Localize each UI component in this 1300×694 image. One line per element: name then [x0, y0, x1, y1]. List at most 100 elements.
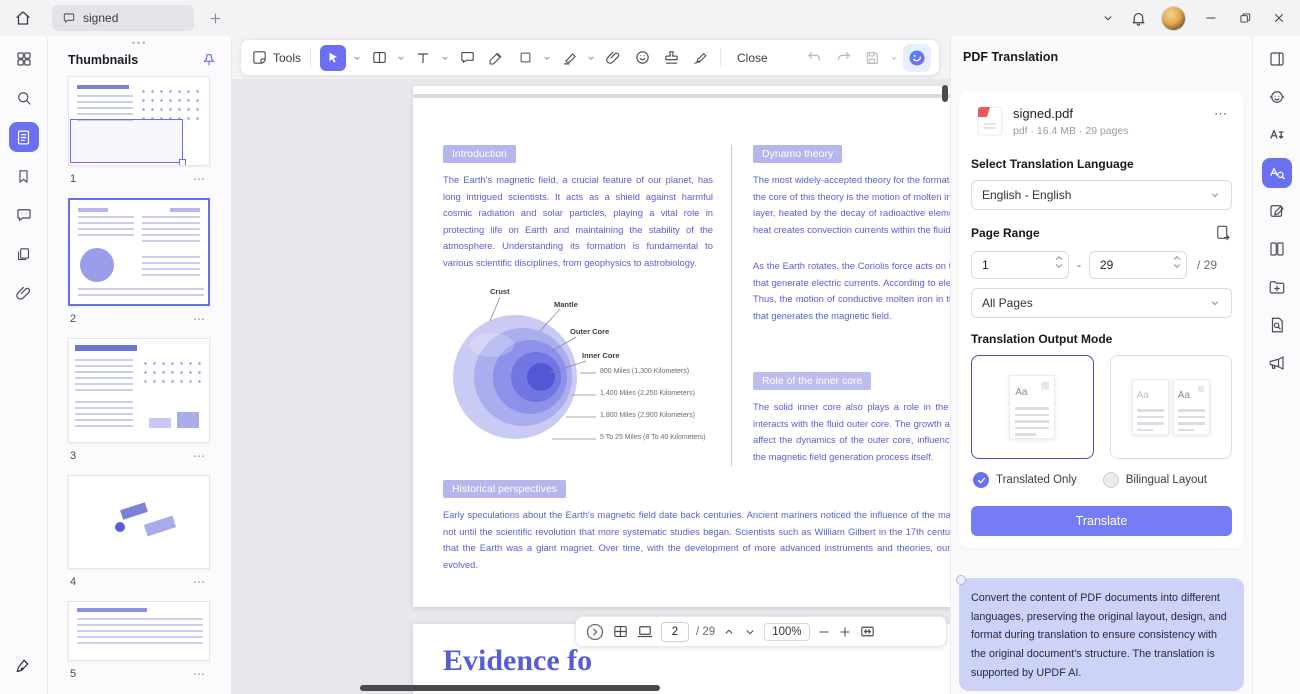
thumbnail-more-button[interactable]: ⋯: [193, 449, 206, 463]
range-to-stepper[interactable]: [1089, 251, 1187, 279]
save-dropdown[interactable]: [888, 53, 900, 63]
close-window-button[interactable]: [1262, 2, 1296, 34]
zoom-in-button[interactable]: [838, 625, 852, 639]
thumbnail-item-2[interactable]: 2 ⋯: [68, 198, 210, 332]
rail-item-text-recognition[interactable]: [1262, 120, 1292, 150]
sidebar-item-search[interactable]: [9, 83, 39, 113]
viewport-resize-handle[interactable]: [179, 159, 186, 166]
translate-button[interactable]: Translate: [971, 506, 1232, 536]
radio-translated-only[interactable]: Translated Only: [973, 472, 1077, 488]
sidebar-item-bookmarks[interactable]: [9, 161, 39, 191]
mode-card-bilingual-layout[interactable]: Aa Aa: [1110, 355, 1233, 459]
save-button[interactable]: [859, 44, 885, 72]
sidebar-item-comments[interactable]: [9, 200, 39, 230]
tools-menu-button[interactable]: Tools: [249, 44, 303, 72]
next-page-button[interactable]: [743, 625, 757, 639]
file-more-button[interactable]: ⋯: [1210, 106, 1232, 122]
home-button[interactable]: [8, 3, 38, 33]
rail-item-split-view[interactable]: [1262, 234, 1292, 264]
rail-item-reader-panel[interactable]: [1262, 44, 1292, 74]
page-number-input[interactable]: [661, 622, 689, 642]
close-tools-button[interactable]: Close: [728, 46, 777, 70]
pin-icon[interactable]: [201, 52, 217, 68]
comment-tool-button[interactable]: [454, 44, 480, 72]
stamp-tool-button[interactable]: [658, 44, 684, 72]
previous-page-button[interactable]: [722, 625, 736, 639]
thumbnail-item-5[interactable]: 5 ⋯: [68, 601, 210, 687]
sidebar-item-pages[interactable]: [9, 239, 39, 269]
text-tool-button[interactable]: [410, 44, 436, 72]
highlight-tool-button[interactable]: [556, 44, 582, 72]
mode-card-translated-only[interactable]: Aa: [971, 355, 1094, 459]
document-tab[interactable]: signed: [52, 5, 194, 31]
page-scope-select[interactable]: All Pages: [971, 288, 1232, 318]
sidebar-item-attachments[interactable]: [9, 278, 39, 308]
page-view-tool-button[interactable]: [366, 44, 392, 72]
thumbnail-preview-4[interactable]: [68, 475, 210, 569]
rail-item-add-folder[interactable]: [1262, 272, 1292, 302]
page-grid-view-button[interactable]: [612, 623, 629, 640]
rail-item-search-document[interactable]: [1262, 310, 1292, 340]
section-title-dynamo-theory[interactable]: Dynamo theory: [753, 145, 842, 163]
page-range-icon[interactable]: [1214, 224, 1232, 242]
zoom-out-button[interactable]: [817, 625, 831, 639]
thumbnail-more-button[interactable]: ⋯: [193, 172, 206, 186]
thumbnail-preview-5[interactable]: [68, 601, 210, 661]
range-from-stepper[interactable]: [971, 251, 1069, 279]
text-tool-dropdown[interactable]: [439, 53, 451, 63]
sidebar-item-thumbnails[interactable]: [9, 122, 39, 152]
document-canvas[interactable]: Introduction The Earth's magnetic field,…: [232, 79, 950, 694]
sticker-tool-button[interactable]: [629, 44, 655, 72]
redo-button[interactable]: [830, 44, 856, 72]
thumbnail-more-button[interactable]: ⋯: [193, 667, 206, 681]
notifications-button[interactable]: [1123, 3, 1153, 33]
shape-tool-dropdown[interactable]: [541, 53, 553, 63]
section-title-historical[interactable]: Historical perspectives: [443, 480, 566, 498]
page-view-dropdown[interactable]: [395, 53, 407, 63]
thumbnail-preview-1[interactable]: [68, 76, 210, 166]
expand-panel-button[interactable]: [585, 622, 605, 642]
stepper-buttons[interactable]: [1055, 255, 1063, 269]
page-viewport-indicator[interactable]: [70, 119, 183, 163]
signature-tool-button[interactable]: [687, 44, 713, 72]
zoom-level-button[interactable]: 100%: [764, 623, 809, 641]
stepper-buttons[interactable]: [1173, 255, 1181, 269]
radio-bilingual-layout[interactable]: Bilingual Layout: [1103, 472, 1207, 488]
rail-item-ai-assistant[interactable]: [1262, 82, 1292, 112]
highlight-tool-dropdown[interactable]: [585, 53, 597, 63]
select-tool-dropdown[interactable]: [351, 53, 363, 63]
minimize-button[interactable]: [1194, 2, 1228, 34]
user-avatar[interactable]: [1161, 6, 1186, 31]
restore-button[interactable]: [1228, 2, 1262, 34]
language-select[interactable]: English - English: [971, 180, 1232, 210]
shape-tool-button[interactable]: [512, 44, 538, 72]
rail-item-annotate-edit[interactable]: [1262, 196, 1292, 226]
section-title-introduction[interactable]: Introduction: [443, 145, 516, 163]
updf-ai-button[interactable]: [903, 44, 931, 72]
new-tab-button[interactable]: [200, 3, 230, 33]
horizontal-scrollbar-thumb[interactable]: [360, 685, 660, 691]
fit-page-button[interactable]: [859, 623, 876, 640]
select-tool-button[interactable]: [318, 44, 348, 72]
titlebar-chevron-button[interactable]: [1093, 3, 1123, 33]
aa-glyph: Aa: [1178, 390, 1190, 401]
panel-drag-handle[interactable]: •••: [48, 36, 231, 50]
section-title-inner-core[interactable]: Role of the inner core: [753, 372, 871, 390]
thumbnail-more-button[interactable]: ⋯: [193, 575, 206, 589]
rail-item-feedback[interactable]: [1262, 348, 1292, 378]
pencil-tool-button[interactable]: [483, 44, 509, 72]
sidebar-item-home-grid[interactable]: [9, 44, 39, 74]
presentation-mode-button[interactable]: [636, 623, 654, 641]
thumbnail-preview-3[interactable]: [68, 338, 210, 443]
attach-tool-button[interactable]: [600, 44, 626, 72]
rail-item-pdf-translation[interactable]: [1262, 158, 1292, 188]
thumbnail-item-1[interactable]: 1 ⋯: [68, 76, 210, 192]
thumbnail-more-button[interactable]: ⋯: [193, 312, 206, 326]
vertical-scrollbar-thumb[interactable]: [942, 85, 948, 102]
thumbnail-preview-2[interactable]: [68, 198, 210, 306]
undo-button[interactable]: [801, 44, 827, 72]
thumbnail-item-3[interactable]: 3 ⋯: [68, 338, 210, 469]
sidebar-item-signature-tool[interactable]: [9, 652, 39, 682]
thumbnail-item-4[interactable]: 4 ⋯: [68, 475, 210, 595]
pdf-page-2[interactable]: Introduction The Earth's magnetic field,…: [413, 98, 950, 607]
